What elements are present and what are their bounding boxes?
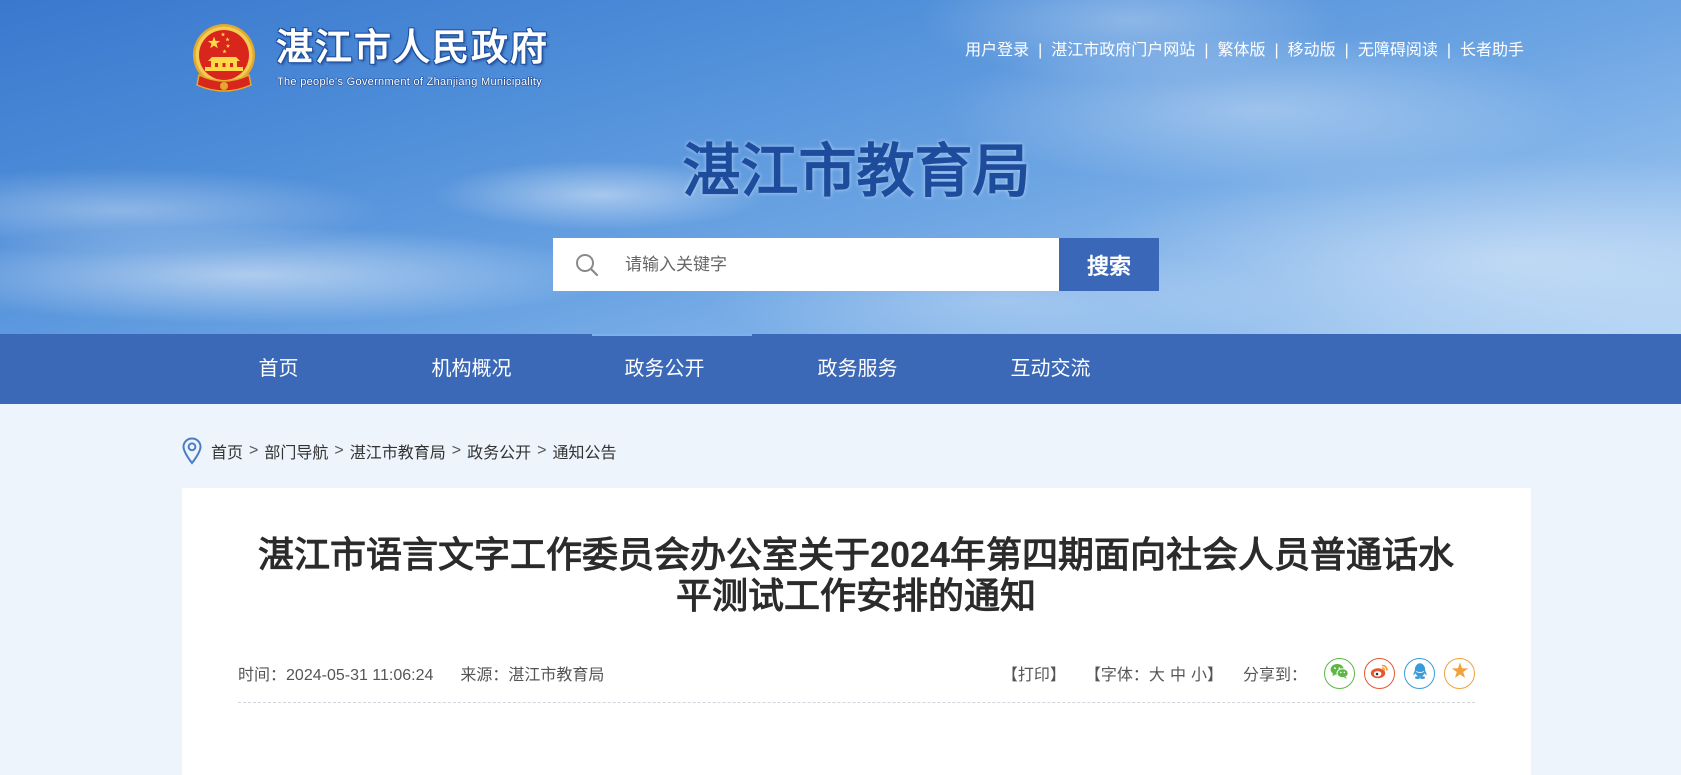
main-nav-items: 首页 机构概况 政务公开 政务服务 互动交流 — [182, 334, 1147, 404]
qq-icon — [1412, 662, 1428, 685]
gov-logo-link[interactable]: 湛江市人民政府 The people's Government of Zhanj… — [191, 22, 561, 98]
top-link-elder-assistant[interactable]: 长者助手 — [1460, 42, 1524, 59]
article-title: 湛江市语言文字工作委员会办公室关于2024年第四期面向社会人员普通话水平测试工作… — [257, 534, 1455, 616]
article-source-value: 湛江市教育局 — [508, 667, 605, 684]
publish-time-label: 时间： — [238, 667, 287, 684]
font-size-control: 【字体：大中小】 — [1085, 661, 1223, 685]
breadcrumb-separator: > — [334, 442, 344, 459]
share-favorite-button[interactable] — [1444, 657, 1475, 689]
share-wechat-button[interactable] — [1324, 657, 1355, 689]
print-button[interactable]: 【打印】 — [1002, 661, 1066, 685]
share-weibo-button[interactable] — [1364, 657, 1395, 689]
share-label: 分享到： — [1242, 667, 1307, 684]
weibo-icon — [1370, 663, 1389, 684]
article-tools: 【打印】 【字体：大中小】 分享到： — [1002, 657, 1475, 689]
font-size-large[interactable]: 大 — [1149, 667, 1165, 684]
breadcrumb-notices[interactable]: 通知公告 — [552, 439, 616, 463]
star-icon — [1451, 661, 1469, 685]
breadcrumb-gov-affairs-open[interactable]: 政务公开 — [467, 439, 531, 463]
article-panel: 湛江市语言文字工作委员会办公室关于2024年第四期面向社会人员普通话水平测试工作… — [182, 488, 1531, 775]
breadcrumb-separator: > — [537, 442, 547, 459]
top-link-accessibility[interactable]: 无障碍阅读 — [1358, 42, 1438, 59]
top-link-separator: | — [1038, 42, 1043, 59]
publish-time: 时间：2024-05-31 11:06:24 — [238, 661, 433, 685]
nav-item-gov-services[interactable]: 政务服务 — [761, 334, 954, 404]
nav-item-home[interactable]: 首页 — [182, 334, 375, 404]
article-source-label: 来源： — [460, 667, 509, 684]
top-link-separator: | — [1446, 42, 1451, 59]
main-nav: 首页 机构概况 政务公开 政务服务 互动交流 — [0, 334, 1681, 404]
site-header: 湛江市人民政府 The people's Government of Zhanj… — [0, 0, 1681, 334]
site-title: 湛江市教育局 — [682, 139, 1031, 204]
article-meta-info: 时间：2024-05-31 11:06:24 来源：湛江市教育局 — [238, 661, 604, 685]
top-link-separator: | — [1274, 42, 1279, 59]
top-link-mobile[interactable]: 移动版 — [1288, 42, 1336, 59]
gov-name-english: The people's Government of Zhanjiang Mun… — [277, 76, 543, 88]
nav-item-interaction[interactable]: 互动交流 — [954, 334, 1147, 404]
nav-item-gov-affairs-open[interactable]: 政务公开 — [568, 334, 761, 404]
national-emblem-icon — [191, 23, 257, 97]
top-link-separator: | — [1204, 42, 1209, 59]
breadcrumb-education-bureau[interactable]: 湛江市教育局 — [350, 439, 446, 463]
wechat-icon — [1330, 663, 1349, 684]
font-size-label: 【字体： — [1084, 667, 1149, 684]
breadcrumb-separator: > — [249, 442, 259, 459]
font-size-medium[interactable]: 中 — [1170, 667, 1186, 684]
breadcrumb-home[interactable]: 首页 — [211, 439, 243, 463]
breadcrumb-dept-nav[interactable]: 部门导航 — [264, 439, 328, 463]
top-links: 用户登录 | 湛江市政府门户网站 | 繁体版 | 移动版 | 无障碍阅读 | 长者助手 — [965, 40, 1524, 62]
gov-name: 湛江市人民政府 — [276, 27, 549, 68]
top-link-separator: | — [1344, 42, 1349, 59]
meta-divider — [238, 702, 1475, 703]
location-pin-icon — [182, 437, 202, 465]
breadcrumb: 首页 > 部门导航 > 湛江市教育局 > 政务公开 > 通知公告 — [182, 437, 616, 465]
article-source: 来源：湛江市教育局 — [460, 661, 604, 685]
top-link-traditional[interactable]: 繁体版 — [1217, 42, 1265, 59]
top-link-gov-portal[interactable]: 湛江市政府门户网站 — [1051, 42, 1195, 59]
search-icon — [575, 253, 599, 277]
search-input[interactable] — [625, 238, 1045, 291]
publish-time-value: 2024-05-31 11:06:24 — [286, 667, 434, 684]
search-button[interactable]: 搜索 — [1059, 238, 1159, 291]
article-meta: 时间：2024-05-31 11:06:24 来源：湛江市教育局 【打印】 【字… — [238, 657, 1475, 689]
breadcrumb-separator: > — [451, 442, 462, 459]
search-box — [553, 238, 1059, 291]
font-size-small[interactable]: 小 — [1191, 667, 1207, 684]
nav-item-organization[interactable]: 机构概况 — [375, 334, 568, 404]
share-qq-button[interactable] — [1404, 657, 1435, 689]
font-size-label-close: 】 — [1206, 667, 1223, 684]
top-link-login[interactable]: 用户登录 — [965, 42, 1029, 59]
